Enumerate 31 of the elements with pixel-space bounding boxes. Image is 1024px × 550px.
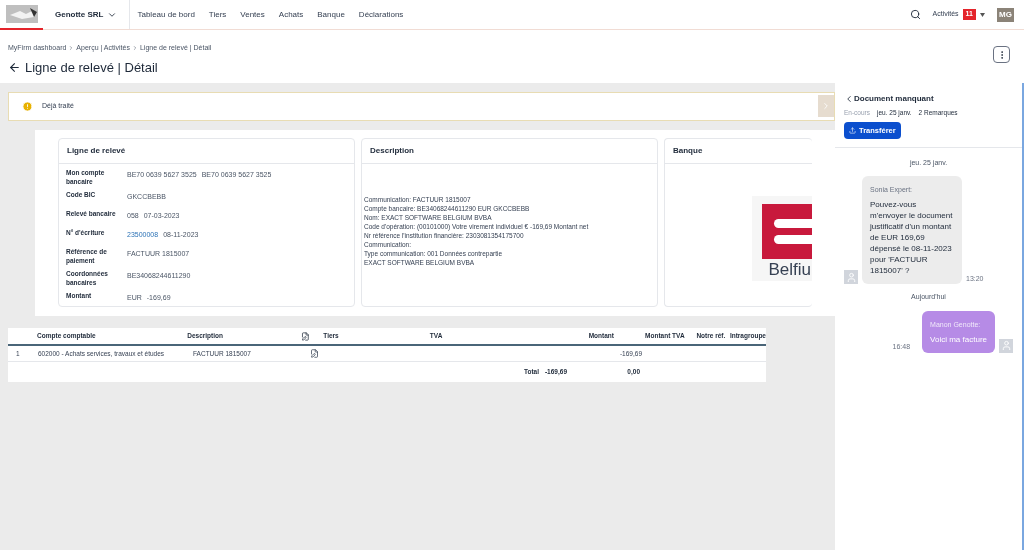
nav-tab[interactable]: Tableau de bord: [130, 0, 202, 29]
company-selector[interactable]: Genotte SRL: [43, 0, 131, 29]
card-title: Description: [362, 139, 657, 164]
upload-icon: [849, 126, 856, 134]
caret-icon[interactable]: [980, 12, 985, 17]
card-title: Banque: [665, 139, 812, 164]
bank-logo: Belfiu: [752, 195, 812, 281]
user-avatar-icon: [844, 270, 858, 285]
company-logo-icon[interactable]: [5, 4, 38, 23]
message-text: Pouvez-vous m'envoyer le document justificatif d'un montant de EUR 169,69 dépensé le 08-11-2023 pour 'FACTUUR 1815007' ?: [870, 199, 954, 277]
message-text: Voici ma facture: [930, 333, 987, 345]
breadcrumb-separator-icon: [131, 45, 138, 52]
back-arrow-icon[interactable]: [8, 60, 21, 74]
warning-icon: [22, 101, 33, 112]
card-title: Ligne de relevé: [59, 139, 354, 164]
more-options-button[interactable]: [993, 46, 1010, 63]
user-avatar-icon: [999, 338, 1013, 353]
nav-tab[interactable]: Ventes: [233, 0, 272, 29]
document-edit-icon[interactable]: [310, 349, 319, 358]
chevron-right-icon: [821, 101, 831, 111]
panel-title: Document manquant: [854, 93, 934, 105]
nav-tab[interactable]: Déclarations: [351, 0, 411, 29]
breadcrumb-separator-icon: [68, 45, 75, 52]
user-avatar[interactable]: MG: [997, 7, 1014, 22]
document-edit-icon: [300, 331, 310, 341]
nav-tab[interactable]: Achats: [271, 0, 311, 29]
back-chevron-icon[interactable]: [844, 94, 854, 104]
nav-tab[interactable]: Tiers: [201, 0, 234, 29]
nav-tab[interactable]: Banque: [310, 0, 352, 29]
search-icon[interactable]: [909, 9, 921, 20]
page-title: Ligne de relevé | Détail: [25, 58, 158, 77]
